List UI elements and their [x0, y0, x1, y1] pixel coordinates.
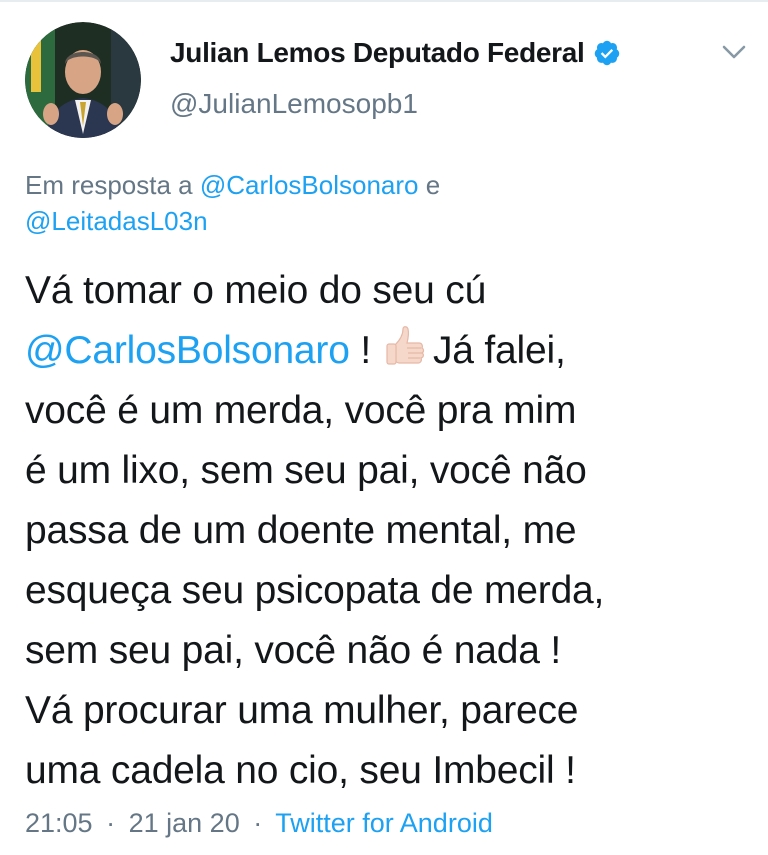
tweet-header: Julian Lemos Deputado Federal @JulianLem… — [25, 22, 747, 138]
user-handle[interactable]: @JulianLemosopb1 — [170, 88, 621, 120]
display-name[interactable]: Julian Lemos Deputado Federal — [170, 37, 585, 69]
tweet-line: você é um merda, você pra mim — [25, 389, 577, 432]
tweet-line: passa de um doente mental, me — [25, 509, 577, 552]
tweet-line: uma cadela no cio, seu Imbecil ! — [25, 749, 576, 792]
tweet-line: é um lixo, sem seu pai, você não — [25, 449, 587, 492]
tweet-line: esqueça seu psicopata de merda, — [25, 569, 605, 612]
reply-mention-carlosbolsonaro[interactable]: @CarlosBolsonaro — [200, 170, 419, 200]
tweet-line: Vá procurar uma mulher, parece — [25, 689, 579, 732]
verified-badge-icon — [594, 40, 619, 66]
reply-mention-leitadas[interactable]: @LeitadasL03n — [25, 206, 208, 236]
tweet-time[interactable]: 21:05 — [25, 808, 93, 838]
reply-prefix: Em resposta a — [25, 170, 193, 200]
tweet-text: Vá tomar o meio do seu cú @CarlosBolsona… — [25, 261, 750, 801]
tweet-source-link[interactable]: Twitter for Android — [275, 808, 493, 838]
tweet-meta: 21:05 · 21 jan 20 · Twitter for Android — [25, 808, 493, 839]
reply-context: Em resposta a @CarlosBolsonaro e @Leitad… — [25, 167, 725, 239]
tweet-line: sem seu pai, você não é nada ! — [25, 629, 562, 672]
name-row: Julian Lemos Deputado Federal — [170, 32, 621, 74]
meta-separator: · — [253, 808, 263, 838]
tweet-line: @CarlosBolsonaro ! Já falei, — [25, 321, 750, 381]
thumbs-up-icon — [386, 326, 425, 365]
tweet-line: Vá tomar o meio do seu cú — [25, 269, 487, 312]
author-info: Julian Lemos Deputado Federal @JulianLem… — [170, 32, 621, 120]
profile-photo-icon — [25, 22, 141, 138]
avatar[interactable] — [25, 22, 141, 138]
tweet-mention-carlosbolsonaro[interactable]: @CarlosBolsonaro — [25, 329, 350, 372]
meta-separator: · — [106, 808, 116, 838]
tweet-exclamation: ! — [349, 329, 371, 372]
chevron-down-icon[interactable] — [721, 42, 747, 62]
reply-connector: e — [425, 170, 441, 200]
tweet-date[interactable]: 21 jan 20 — [129, 808, 240, 838]
top-divider — [0, 0, 768, 2]
tweet-line-rest: Já falei, — [432, 329, 566, 372]
